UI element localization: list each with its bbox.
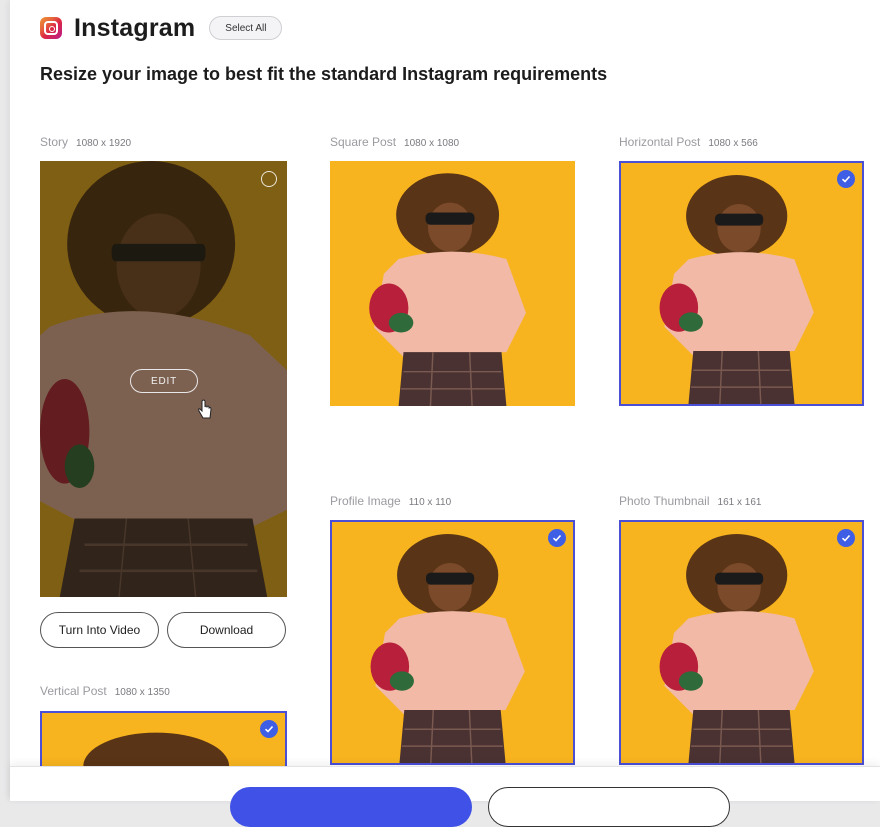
profile-image-label: Profile Image 110 x 110 — [330, 494, 451, 508]
horizontal-post-thumbnail[interactable] — [619, 161, 864, 406]
profile-image-name: Profile Image — [330, 494, 401, 508]
horizontal-post-label: Horizontal Post 1080 x 566 — [619, 135, 758, 149]
profile-image-thumbnail[interactable] — [330, 520, 575, 765]
download-button[interactable]: Download — [167, 612, 286, 648]
instagram-resize-panel: Instagram Select All Resize your image t… — [10, 0, 880, 827]
vertical-post-check-icon[interactable] — [260, 720, 278, 738]
square-post-label: Square Post 1080 x 1080 — [330, 135, 459, 149]
footer-bar — [10, 766, 880, 827]
profile-image-photo — [332, 522, 573, 763]
photo-thumbnail-label: Photo Thumbnail 161 x 161 — [619, 494, 761, 508]
vertical-post-label: Vertical Post 1080 x 1350 — [40, 684, 170, 698]
photo-thumbnail-photo — [621, 522, 862, 763]
story-label: Story 1080 x 1920 — [40, 135, 131, 149]
square-post-dims: 1080 x 1080 — [404, 138, 460, 149]
vertical-post-thumbnail[interactable] — [40, 711, 287, 771]
profile-image-dims: 110 x 110 — [408, 497, 452, 508]
horizontal-post-dims: 1080 x 566 — [708, 138, 758, 149]
vertical-post-name: Vertical Post — [40, 684, 107, 698]
square-post-name: Square Post — [330, 135, 397, 149]
story-thumbnail[interactable]: EDIT — [40, 161, 287, 597]
profile-image-check-icon[interactable] — [548, 529, 566, 547]
square-post-photo — [330, 161, 575, 406]
photo-thumbnail-thumbnail[interactable] — [619, 520, 864, 765]
edit-button[interactable]: EDIT — [130, 369, 198, 393]
vertical-post-photo — [42, 713, 285, 769]
horizontal-post-check-icon[interactable] — [837, 170, 855, 188]
hand-cursor-icon — [198, 399, 212, 419]
turn-into-video-button[interactable]: Turn Into Video — [40, 612, 159, 648]
horizontal-post-photo — [621, 163, 862, 404]
story-name: Story — [40, 135, 69, 149]
photo-thumbnail-check-icon[interactable] — [837, 529, 855, 547]
story-dims: 1080 x 1920 — [76, 138, 132, 149]
vertical-post-dims: 1080 x 1350 — [114, 687, 170, 698]
secondary-action-button[interactable] — [488, 787, 730, 827]
page-title: Instagram — [74, 13, 196, 42]
story-select-toggle[interactable] — [261, 171, 277, 187]
instagram-icon — [40, 17, 62, 39]
horizontal-post-name: Horizontal Post — [619, 135, 701, 149]
square-post-thumbnail[interactable] — [330, 161, 575, 406]
page-subtitle: Resize your image to best fit the standa… — [40, 64, 608, 84]
photo-thumbnail-dims: 161 x 161 — [717, 497, 762, 508]
primary-action-button[interactable] — [230, 787, 472, 827]
photo-thumbnail-name: Photo Thumbnail — [619, 494, 710, 508]
header: Instagram Select All — [40, 12, 283, 44]
select-all-button[interactable]: Select All — [209, 16, 283, 40]
